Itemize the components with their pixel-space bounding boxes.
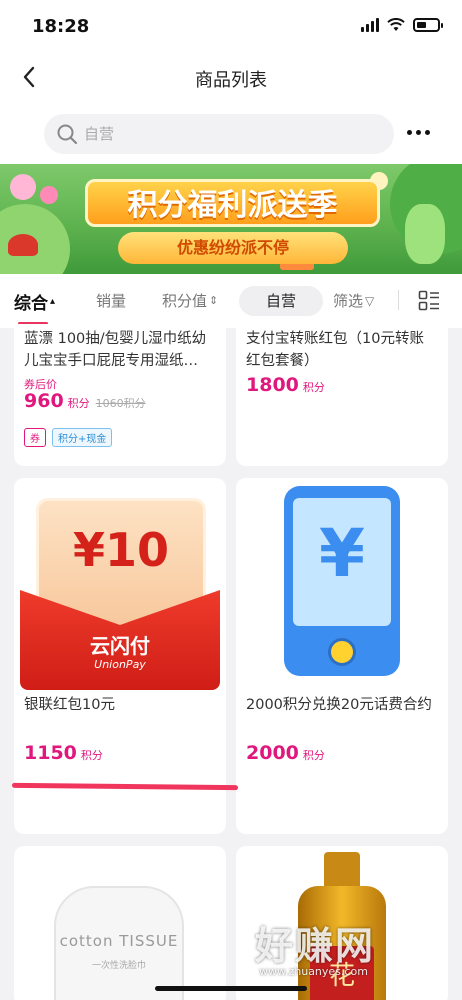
brand-text: 云闪付 xyxy=(90,634,150,658)
promo-banner[interactable]: 积分福利派送季 优惠纷纷派不停 xyxy=(0,164,462,274)
product-card-tissue[interactable]: cotton TISSUE 一次性洗脸巾 xyxy=(14,846,226,1000)
price-unit: 积分 xyxy=(80,749,103,762)
price-value: 1150 xyxy=(24,742,77,764)
price-row: 1800 积分 xyxy=(246,374,325,396)
search-icon xyxy=(57,124,78,145)
banner-title: 积分福利派送季 xyxy=(85,179,380,227)
amount-text: ¥10 xyxy=(72,523,170,577)
tissue-sublabel: 一次性洗脸巾 xyxy=(91,961,146,971)
tissue-label: cotton TISSUE xyxy=(59,932,179,950)
product-image: ¥ xyxy=(236,478,448,690)
product-card-alipay[interactable]: 支付宝转账红包（10元转账 红包套餐） 1800 积分 xyxy=(236,324,448,466)
funnel-icon: ▽ xyxy=(365,293,375,308)
filter-tab-points[interactable]: 积分值 ⇕ xyxy=(162,290,218,311)
status-icons xyxy=(361,18,443,32)
filter-label: 自营 xyxy=(265,292,296,310)
filter-label: 综合 xyxy=(14,294,48,314)
home-indicator[interactable] xyxy=(155,986,307,991)
filter-self-operated[interactable]: 自营 xyxy=(239,286,323,316)
banner-subtitle: 优惠纷纷派不停 xyxy=(118,232,348,264)
brand-text-en: UnionPay xyxy=(94,658,146,671)
price-row: 1150 积分 xyxy=(24,742,103,764)
filter-label: 筛选 xyxy=(333,292,364,310)
product-image: ¥10 云闪付 UnionPay xyxy=(14,478,226,690)
price-unit: 积分 xyxy=(302,749,325,762)
product-title: 2000积分兑换20元话费合约 xyxy=(246,697,432,713)
watermark-url: www.zhuanyes.com xyxy=(259,965,368,978)
sort-icon: ⇕ xyxy=(209,294,219,307)
product-card-wipes[interactable]: 蓝漂 100抽/包婴儿湿巾纸幼 儿宝宝手口屁屁专用湿纸… 券后价 960 积分 … xyxy=(14,324,226,466)
yuan-symbol: ¥ xyxy=(319,515,365,592)
cellular-signal-icon xyxy=(361,18,379,32)
filter-bar: 综合 ▴ 销量 积分值 ⇕ 自营 筛选 ▽ xyxy=(0,274,462,328)
filter-label: 积分值 xyxy=(162,292,208,310)
product-card-phone-topup[interactable]: ¥ 2000积分兑换20元话费合约 2000 积分 xyxy=(236,478,448,834)
price-row: 960 积分 1060积分 xyxy=(24,390,146,412)
search-box[interactable] xyxy=(44,114,394,154)
product-card-unionpay[interactable]: ¥10 云闪付 UnionPay 银联红包10元 1150 积分 xyxy=(14,478,226,834)
search-input[interactable] xyxy=(84,114,374,154)
product-image: cotton TISSUE 一次性洗脸巾 xyxy=(54,886,184,1000)
watermark-text: 好赚网 xyxy=(255,924,376,968)
nav-bar: 商品列表 xyxy=(0,50,462,106)
price-row: 2000 积分 xyxy=(246,742,325,764)
original-price: 1060积分 xyxy=(95,397,146,410)
price-unit: 积分 xyxy=(302,381,325,394)
filter-tab-comprehensive[interactable]: 综合 ▴ xyxy=(14,289,55,314)
coupon-tag: 券 xyxy=(24,428,46,447)
product-title: 支付宝转账红包（10元转账 红包套餐） xyxy=(246,331,424,369)
watermark: 好赚网 www.zhuanyes.com xyxy=(255,915,445,985)
status-bar: 18:28 xyxy=(0,0,462,50)
caret-up-icon: ▴ xyxy=(50,296,56,307)
filter-tab-sales[interactable]: 销量 xyxy=(96,290,126,311)
divider xyxy=(398,290,399,310)
phone-icon: ¥ xyxy=(284,486,400,676)
product-title: 蓝漂 100抽/包婴儿湿巾纸幼 儿宝宝手口屁屁专用湿纸… xyxy=(24,331,207,369)
price-value: 2000 xyxy=(246,742,299,764)
filter-label: 销量 xyxy=(96,292,127,310)
status-time: 18:28 xyxy=(32,16,90,37)
price-value: 1800 xyxy=(246,374,299,396)
search-row xyxy=(0,106,462,164)
product-title: 银联红包10元 xyxy=(24,697,115,713)
page-title: 商品列表 xyxy=(195,70,267,91)
price-unit: 积分 xyxy=(67,397,90,410)
layout-toggle-icon[interactable] xyxy=(418,290,440,312)
filter-button[interactable]: 筛选 ▽ xyxy=(333,290,374,311)
wifi-icon xyxy=(387,18,405,31)
tag-row: 券 积分+现金 xyxy=(24,428,113,447)
price-value: 960 xyxy=(24,390,64,412)
more-options-button[interactable] xyxy=(407,130,430,135)
battery-icon xyxy=(413,18,443,32)
points-cash-tag: 积分+现金 xyxy=(52,428,113,447)
